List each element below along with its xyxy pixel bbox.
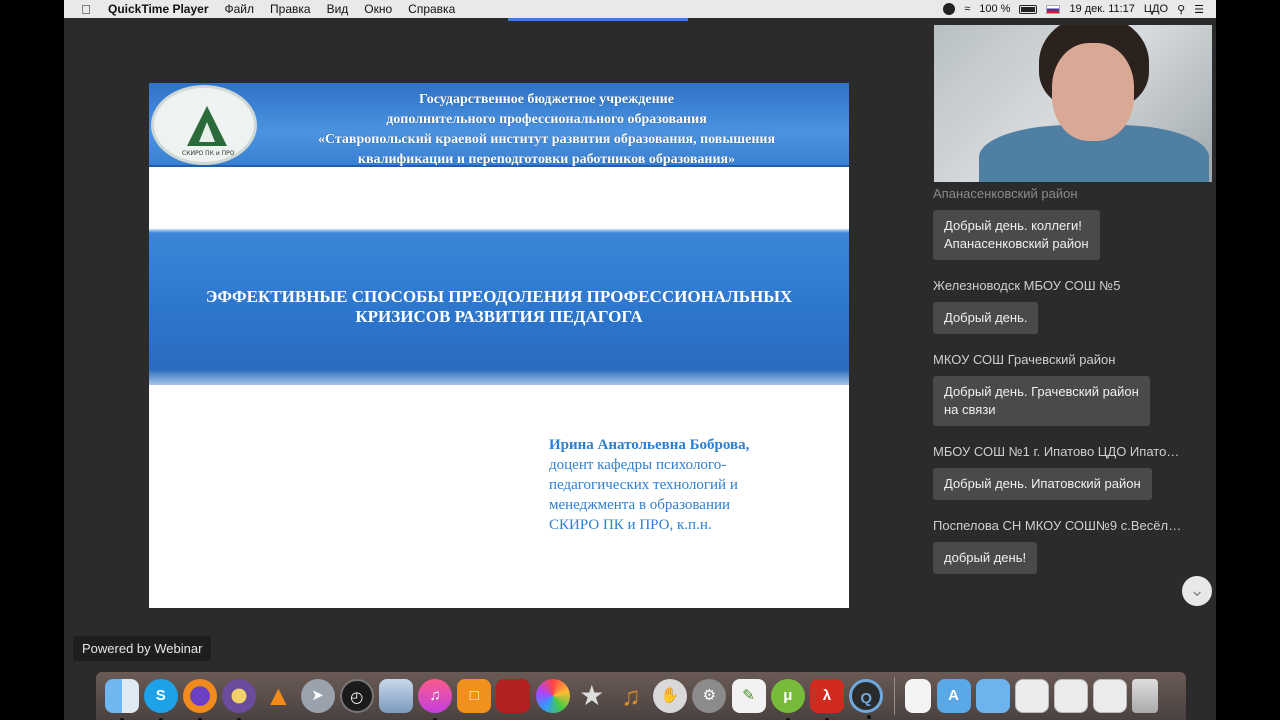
slide-header-text: Государственное бюджетное учреждение доп… xyxy=(259,90,834,170)
screenshot1-icon[interactable] xyxy=(1014,679,1049,713)
title-line: ЭФФЕКТИВНЫЕ СПОСОБЫ ПРЕОДОЛЕНИЯ ПРОФЕССИ… xyxy=(205,287,793,306)
slide-title: ЭФФЕКТИВНЫЕ СПОСОБЫ ПРЕОДОЛЕНИЯ ПРОФЕССИ… xyxy=(149,287,849,327)
firefox-icon[interactable] xyxy=(182,679,217,720)
screenshot3-icon[interactable] xyxy=(1093,679,1128,713)
slide-header: СКИРО ПК и ПРО Государственное бюджетное… xyxy=(149,83,849,167)
scroll-down-button[interactable]: ⌄ xyxy=(1182,576,1212,606)
presenter-webcam xyxy=(934,25,1212,182)
chat-message: добрый день! xyxy=(933,542,1038,574)
powered-by-badge[interactable]: Powered by Webinar xyxy=(73,636,212,661)
wifi-icon[interactable]: ≈ xyxy=(964,3,970,15)
chat-panel[interactable]: Апанасенковский район Добрый день. колле… xyxy=(933,186,1216,616)
screen:  QuickTime Player Файл Правка Вид Окно … xyxy=(64,0,1216,720)
dashboard-icon[interactable]: ◴ xyxy=(339,679,374,713)
document-icon[interactable] xyxy=(905,679,932,713)
itunes-icon[interactable]: ♫ xyxy=(418,679,453,720)
photo-booth-icon[interactable] xyxy=(496,679,531,713)
menu-edit[interactable]: Правка xyxy=(262,2,319,16)
tor-icon[interactable] xyxy=(222,679,257,720)
trash-icon[interactable] xyxy=(1132,679,1159,713)
chat-message: Добрый день. xyxy=(933,302,1039,334)
applications-folder-icon[interactable]: A xyxy=(936,679,971,713)
notification-center-icon[interactable]: ☰ xyxy=(1194,3,1204,16)
chat-author: Железноводск МБОУ СОШ №5 xyxy=(933,278,1121,293)
textedit-icon[interactable]: ✎ xyxy=(731,679,766,713)
acrobat-icon[interactable]: λ xyxy=(809,679,844,720)
menu-file[interactable]: Файл xyxy=(217,2,263,16)
chat-message: Добрый день. Ипатовский район xyxy=(933,468,1152,500)
header-line: квалификации и переподготовки работников… xyxy=(357,152,736,167)
system-preferences-icon[interactable]: ⚙ xyxy=(692,679,727,713)
photos-icon[interactable] xyxy=(535,679,570,713)
chat-message: Добрый день. коллеги! Апанасенковский ра… xyxy=(933,210,1100,260)
preview-icon[interactable] xyxy=(378,679,413,713)
presentation-slide: СКИРО ПК и ПРО Государственное бюджетное… xyxy=(149,83,849,608)
screenshot2-icon[interactable] xyxy=(1054,679,1089,713)
launchpad-icon[interactable]: ➤ xyxy=(300,679,335,713)
user-menu[interactable]: ЦДО xyxy=(1144,3,1168,15)
garageband-icon[interactable]: ♫ xyxy=(614,679,648,713)
skype-icon[interactable]: S xyxy=(143,679,178,720)
header-line: дополнительного профессионального образо… xyxy=(386,112,707,127)
input-source-flag-icon[interactable] xyxy=(1046,4,1061,14)
header-line: «Ставропольский краевой институт развити… xyxy=(317,132,776,147)
clock[interactable]: 19 дек. 11:17 xyxy=(1069,3,1134,15)
author-position: доцент кафедры психолого- педагогических… xyxy=(549,457,738,533)
quicktime-icon[interactable]: Q xyxy=(849,679,884,719)
apple-menu-icon[interactable]:  xyxy=(64,2,108,17)
logo-caption: СКИРО ПК и ПРО xyxy=(182,150,235,157)
chat-author: МКОУ СОШ Грачевский район xyxy=(933,352,1116,367)
battery-percent: 100 % xyxy=(979,3,1011,15)
progress-indicator xyxy=(508,18,688,21)
header-line: Государственное бюджетное учреждение xyxy=(419,92,674,107)
chat-author: МБОУ СОШ №1 г. Ипатово ЦДО Ипатов... xyxy=(933,444,1183,459)
menu-view[interactable]: Вид xyxy=(319,2,357,16)
menubar:  QuickTime Player Файл Правка Вид Окно … xyxy=(64,0,1216,18)
dock-separator xyxy=(893,677,895,715)
vlc-icon[interactable]: ▲ xyxy=(261,679,295,713)
menu-window[interactable]: Окно xyxy=(356,2,400,16)
battery-icon[interactable] xyxy=(1019,4,1038,14)
menu-help[interactable]: Справка xyxy=(400,2,463,16)
mouse-icon[interactable]: ✋ xyxy=(653,679,688,713)
ibooks-icon[interactable]: □ xyxy=(457,679,492,713)
slide-title-band: ЭФФЕКТИВНЫЕ СПОСОБЫ ПРЕОДОЛЕНИЯ ПРОФЕССИ… xyxy=(149,229,849,385)
finder-icon[interactable] xyxy=(104,679,139,720)
folder-icon[interactable] xyxy=(975,679,1010,713)
dock: S ▲ ➤ ◴ ♫ □ ★ ♫ ✋ ⚙ ✎ μ λ Q A xyxy=(96,672,1186,720)
institute-logo: СКИРО ПК и ПРО xyxy=(151,85,257,165)
status-area: ≈ 100 % 19 дек. 11:17 ЦДО ⚲ ☰ xyxy=(943,3,1216,16)
app-menu[interactable]: QuickTime Player xyxy=(108,2,217,16)
status-circle-icon[interactable] xyxy=(943,3,956,15)
chat-author: Апанасенковский район xyxy=(933,186,1078,201)
imovie-icon[interactable]: ★ xyxy=(575,679,609,713)
slide-author: Ирина Анатольевна Боброва, доцент кафедр… xyxy=(549,435,839,535)
title-line: КРИЗИСОВ РАЗВИТИЯ ПЕДАГОГА xyxy=(355,307,643,326)
author-name: Ирина Анатольевна Боброва, xyxy=(549,437,750,453)
chat-author: Поспелова СН МКОУ СОШ№9 с.Весёло... xyxy=(933,518,1183,533)
utorrent-icon[interactable]: μ xyxy=(770,679,805,720)
spotlight-search-icon[interactable]: ⚲ xyxy=(1177,3,1185,16)
chat-message: Добрый день. Грачевский район на связи xyxy=(933,376,1150,426)
